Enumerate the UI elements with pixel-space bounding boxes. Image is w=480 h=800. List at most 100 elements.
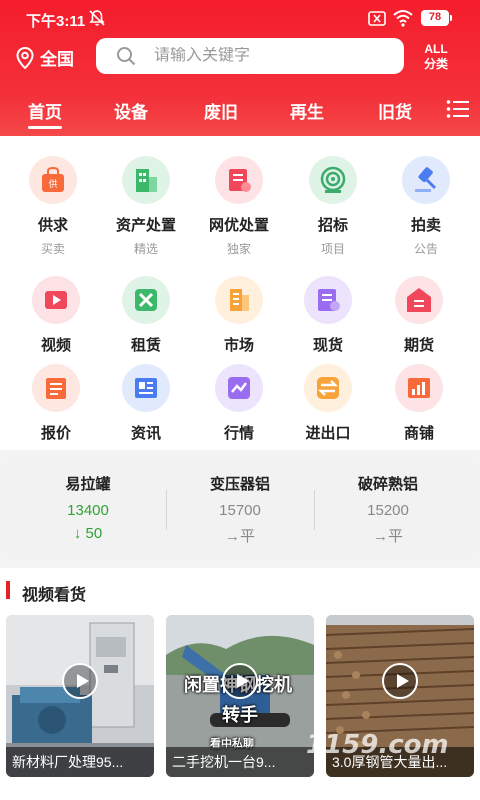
menu-list-icon[interactable]	[446, 98, 470, 120]
all-categories-label-en: ALL	[424, 42, 448, 56]
price-item[interactable]: 变压器铝 15700 →平	[166, 458, 314, 560]
futures-icon	[395, 276, 443, 324]
search-icon	[117, 47, 136, 66]
tab-secondhand[interactable]: 旧货	[378, 98, 412, 123]
tab-equipment[interactable]: 设备	[114, 98, 148, 123]
all-categories-button[interactable]: ALL 分类	[418, 42, 454, 72]
status-bar: 下午3:11 78	[0, 0, 480, 36]
category-auction[interactable]: 拍卖 公告	[386, 156, 466, 257]
wifi-icon	[393, 10, 413, 27]
video-card[interactable]: 新材料厂处理95...	[6, 615, 154, 777]
category-supply[interactable]: 供 供求 买卖	[13, 156, 93, 257]
battery-indicator: 78	[421, 10, 452, 26]
receipt-icon	[215, 156, 263, 204]
category-grid: 供 供求 买卖 资产处置 精选 网优处置 独家 招标 项目 拍卖 公告 视频 租…	[0, 136, 480, 450]
category-label: 资产处置	[115, 217, 176, 234]
location-pin-icon	[16, 46, 34, 69]
watermark: 1159.com	[306, 730, 449, 760]
category-label: 现货	[312, 337, 343, 354]
tab-recycled[interactable]: 再生	[290, 98, 324, 123]
category-lease[interactable]: 租赁	[106, 276, 186, 355]
exchange-icon	[304, 364, 352, 412]
category-news[interactable]: 资讯	[106, 364, 186, 443]
category-label: 招标	[317, 217, 348, 234]
video-caption: 二手挖机一台9...	[166, 747, 314, 777]
tab-bar: 首页 设备 废旧 再生 旧货	[0, 94, 480, 130]
category-tender[interactable]: 招标 项目	[293, 156, 373, 257]
mute-icon	[89, 10, 105, 26]
all-categories-label: 分类	[423, 57, 448, 71]
search-bar[interactable]	[96, 38, 404, 74]
search-input[interactable]	[154, 47, 374, 65]
category-trend[interactable]: 行情	[199, 364, 279, 443]
video-icon	[32, 276, 80, 324]
category-label: 商铺	[403, 425, 434, 442]
no-sim-icon	[368, 11, 386, 26]
category-quote[interactable]: 报价	[16, 364, 96, 443]
section-accent-bar	[6, 581, 10, 599]
category-label: 资讯	[130, 425, 161, 442]
category-label: 供求	[37, 217, 68, 234]
price-value: 15200	[367, 502, 409, 519]
video-section-header: 视频看货	[0, 568, 480, 612]
tools-icon	[122, 276, 170, 324]
price-name: 破碎熟铝	[357, 476, 418, 493]
trend-icon	[215, 364, 263, 412]
building-icon	[122, 156, 170, 204]
category-label: 拍卖	[410, 217, 441, 234]
price-name: 变压器铝	[209, 476, 270, 493]
category-sublabel: 独家	[226, 242, 251, 256]
category-network-disposal[interactable]: 网优处置 独家	[199, 156, 279, 257]
price-item[interactable]: 易拉罐 13400 ↓ 50	[14, 458, 162, 560]
category-label: 期货	[403, 337, 434, 354]
play-icon[interactable]	[62, 663, 98, 699]
category-futures[interactable]: 期货	[379, 276, 459, 355]
video-overlay-text-2: 转手	[222, 705, 258, 725]
shop-icon	[395, 364, 443, 412]
price-change: →平	[372, 528, 403, 545]
price-change: ↓ 50	[73, 525, 103, 542]
category-label: 网优处置	[208, 217, 269, 234]
category-sublabel: 项目	[320, 242, 345, 256]
spot-goods-icon	[304, 276, 352, 324]
location-label: 全国	[40, 50, 74, 69]
video-caption: 新材料厂处理95...	[6, 747, 154, 777]
quote-icon	[32, 364, 80, 412]
gavel-icon	[402, 156, 450, 204]
category-shop[interactable]: 商铺	[379, 364, 459, 443]
price-ticker: 易拉罐 13400 ↓ 50 变压器铝 15700 →平 破碎熟铝 15200 …	[6, 458, 474, 560]
location-selector[interactable]: 全国	[16, 45, 74, 70]
svg-text:供: 供	[48, 178, 57, 190]
category-video[interactable]: 视频	[16, 276, 96, 355]
play-icon[interactable]	[382, 663, 418, 699]
category-label: 行情	[223, 425, 254, 442]
price-value: 13400	[67, 502, 109, 519]
price-item[interactable]: 破碎熟铝 15200 →平	[314, 458, 462, 560]
video-card[interactable]: 闲置神钢挖机 转手 看中私聊 二手挖机一台9...	[166, 615, 314, 777]
category-import-export[interactable]: 进出口	[288, 364, 368, 443]
category-asset-disposal[interactable]: 资产处置 精选	[106, 156, 186, 257]
category-label: 报价	[40, 425, 71, 442]
category-spot-goods[interactable]: 现货	[288, 276, 368, 355]
category-sublabel: 公告	[413, 242, 438, 256]
section-title: 视频看货	[22, 587, 87, 604]
price-value: 15700	[219, 502, 261, 519]
market-icon	[215, 276, 263, 324]
target-icon	[309, 156, 357, 204]
category-market[interactable]: 市场	[199, 276, 279, 355]
video-list: 新材料厂处理95... 闲置神钢挖机 转手 看中私聊 二手挖机一台9... 3.…	[0, 612, 480, 800]
category-label: 进出口	[305, 425, 351, 442]
category-label: 视频	[40, 337, 71, 354]
category-sublabel: 买卖	[40, 242, 65, 256]
status-time: 下午3:11	[26, 13, 86, 30]
supply-bag-icon: 供	[29, 156, 77, 204]
price-name: 易拉罐	[65, 476, 111, 493]
tab-scrap[interactable]: 废旧	[204, 98, 238, 123]
category-label: 租赁	[130, 337, 161, 354]
price-change: →平	[224, 528, 255, 545]
tab-home[interactable]: 首页	[28, 98, 62, 129]
category-sublabel: 精选	[133, 242, 158, 256]
app-header: 下午3:11 78 全国 ALL 分类 首页 设备 废旧 再生 旧货	[0, 0, 480, 136]
news-icon	[122, 364, 170, 412]
play-icon[interactable]	[222, 663, 258, 699]
